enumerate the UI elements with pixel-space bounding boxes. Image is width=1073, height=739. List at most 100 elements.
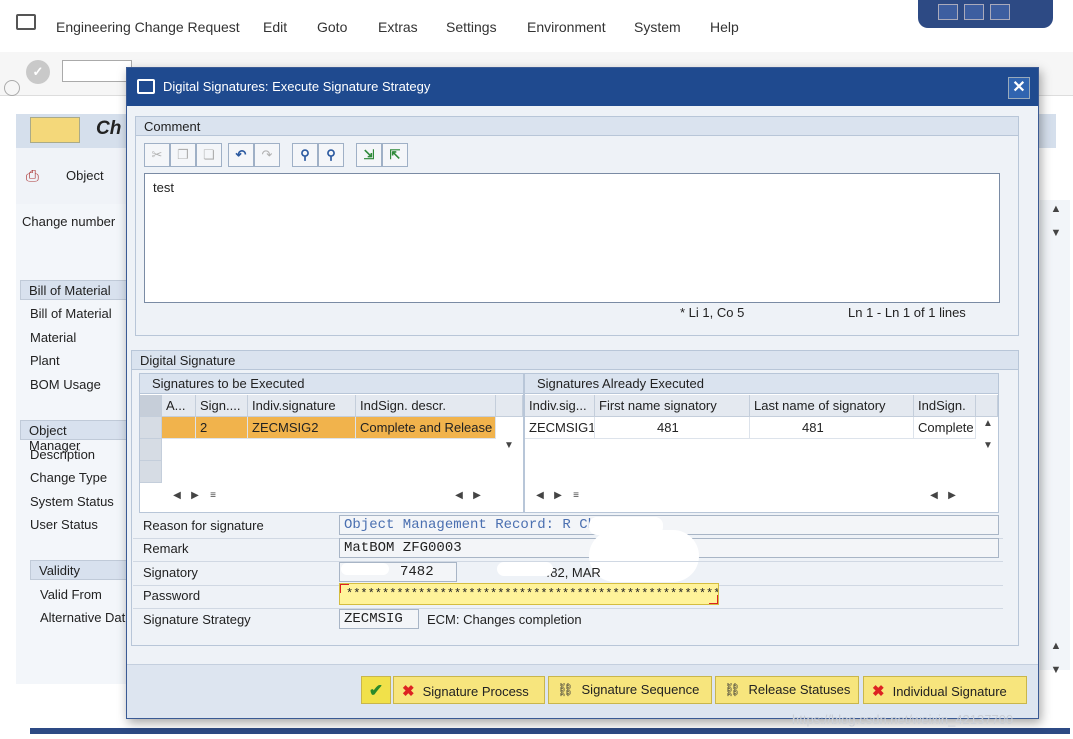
strategy-field[interactable]: ZECMSIG xyxy=(339,609,419,629)
password-field[interactable]: ****************************************… xyxy=(339,583,719,605)
description-field-label: Description xyxy=(30,447,96,462)
signature-process-label: Signature Process xyxy=(422,684,529,699)
menu-goto[interactable]: Goto xyxy=(317,19,347,35)
comment-textarea[interactable]: test xyxy=(144,173,1000,303)
table-cell[interactable]: Complete xyxy=(914,417,976,439)
object-button[interactable]: Object xyxy=(66,168,104,183)
table-horizontal-nav-right[interactable]: ◀ ▶ xyxy=(450,490,486,512)
table-horizontal-nav-right[interactable]: ◀ ▶ xyxy=(925,490,961,512)
printer-icon[interactable]: ⎙ xyxy=(26,168,39,186)
scroll-down-icon-lower[interactable]: ▼ xyxy=(1044,664,1068,686)
scroll-right-icon[interactable]: ▶ xyxy=(549,490,567,501)
table-horizontal-nav[interactable]: ◀ ▶ ≡ xyxy=(168,490,222,512)
table-cell[interactable]: Complete and Release xyxy=(356,417,496,439)
menu-engineering-change-request[interactable]: Engineering Change Request xyxy=(56,19,240,35)
signatory-label: Signatory xyxy=(143,565,198,580)
row-selector[interactable] xyxy=(140,439,162,461)
cancel-x-icon: ✖ xyxy=(872,683,885,700)
scroll-right-icon[interactable]: ▶ xyxy=(186,490,204,501)
enter-check-icon[interactable]: ✓ xyxy=(26,60,50,84)
signature-process-button[interactable]: ✖ Signature Process xyxy=(393,676,545,704)
table-scroll-up-icon[interactable]: ▲ xyxy=(979,418,997,440)
signature-sequence-button[interactable]: ⛓ Signature Sequence xyxy=(548,676,712,704)
find-icon[interactable]: ⚲ xyxy=(292,143,318,167)
table-cell[interactable]: ZECMSIG2 xyxy=(248,417,356,439)
scroll-left-icon[interactable]: ◀ xyxy=(925,490,943,501)
undo-icon[interactable]: ↶ xyxy=(228,143,254,167)
scroll-handle-icon[interactable]: ≡ xyxy=(567,490,585,501)
cursor-position-status: * Li 1, Co 5 xyxy=(680,305,745,320)
table-cell[interactable] xyxy=(162,417,196,439)
row-divider xyxy=(133,608,1003,609)
col-header-indsign[interactable]: IndSign. xyxy=(914,395,976,417)
close-window-icon[interactable] xyxy=(990,4,1010,20)
table-scroll-down-icon[interactable]: ▼ xyxy=(979,440,997,462)
dialog-window-icon xyxy=(137,79,155,94)
paste-icon[interactable]: ❏ xyxy=(196,143,222,167)
signature-sequence-label: Signature Sequence xyxy=(581,682,700,697)
col-header-indiv-signature[interactable]: Indiv.signature xyxy=(248,395,356,417)
dialog-close-button[interactable]: ✕ xyxy=(1008,77,1030,99)
window-controls xyxy=(918,0,1053,28)
table-cell[interactable]: ZECMSIG1 xyxy=(525,417,595,439)
menu-edit[interactable]: Edit xyxy=(263,19,287,35)
scroll-up-icon[interactable]: ▲ xyxy=(1044,203,1068,225)
import-icon[interactable]: ⇲ xyxy=(356,143,382,167)
minimize-icon[interactable] xyxy=(938,4,958,20)
signatures-executed-table: Signatures Already Executed Indiv.sig...… xyxy=(524,373,999,513)
col-header-a[interactable]: A... xyxy=(162,395,196,417)
export-icon[interactable]: ⇱ xyxy=(382,143,408,167)
col-header-indsign-descr[interactable]: IndSign. descr. xyxy=(356,395,496,417)
cut-icon[interactable]: ✂ xyxy=(144,143,170,167)
row-selector[interactable] xyxy=(140,461,162,483)
app-menu-icon[interactable] xyxy=(16,14,36,30)
individual-signature-button[interactable]: ✖ Individual Signature xyxy=(863,676,1027,704)
copy-icon[interactable]: ❐ xyxy=(170,143,196,167)
menu-system[interactable]: System xyxy=(634,19,681,35)
remark-label: Remark xyxy=(143,541,189,556)
background-app-toolbar: ⎙ Object xyxy=(16,148,136,204)
redaction-mask xyxy=(497,562,553,576)
col-header-sign[interactable]: Sign.... xyxy=(196,395,248,417)
redo-icon[interactable]: ↷ xyxy=(254,143,280,167)
scroll-right-icon[interactable]: ▶ xyxy=(468,490,486,501)
strategy-label: Signature Strategy xyxy=(143,612,251,627)
cancel-x-icon: ✖ xyxy=(402,683,415,700)
menu-help[interactable]: Help xyxy=(710,19,739,35)
col-header-last-name[interactable]: Last name of signatory xyxy=(750,395,914,417)
digital-signature-dialog: Digital Signatures: Execute Signature St… xyxy=(126,67,1039,719)
col-header-indiv-sig[interactable]: Indiv.sig... xyxy=(525,395,595,417)
dialog-footer: ✔ ✖ Signature Process ⛓ Signature Sequence… xyxy=(127,664,1038,718)
maximize-icon[interactable] xyxy=(964,4,984,20)
redaction-mask xyxy=(601,421,657,435)
table-horizontal-nav[interactable]: ◀ ▶ ≡ xyxy=(531,490,585,512)
menu-environment[interactable]: Environment xyxy=(527,19,606,35)
select-all-rows[interactable] xyxy=(140,395,162,417)
scroll-handle-icon[interactable]: ≡ xyxy=(204,490,222,501)
col-header-spacer xyxy=(976,395,998,417)
confirm-button[interactable]: ✔ xyxy=(361,676,391,704)
scroll-up-icon-lower[interactable]: ▲ xyxy=(1044,640,1068,662)
row-selector[interactable] xyxy=(140,417,162,439)
change-code-icon[interactable] xyxy=(30,117,80,143)
command-field[interactable] xyxy=(62,60,132,82)
scroll-left-icon[interactable]: ◀ xyxy=(168,490,186,501)
digital-signature-header: Digital Signature xyxy=(132,351,1018,370)
col-header-first-name[interactable]: First name signatory xyxy=(595,395,750,417)
table-cell[interactable]: 2 xyxy=(196,417,248,439)
menu-extras[interactable]: Extras xyxy=(378,19,418,35)
line-count-status: Ln 1 - Ln 1 of 1 lines xyxy=(848,305,966,320)
scroll-down-icon[interactable]: ▼ xyxy=(1044,227,1068,249)
bom-group-header: Bill of Material xyxy=(20,280,130,300)
release-statuses-button[interactable]: ⛓ Release Statuses xyxy=(715,676,859,704)
scroll-left-icon[interactable]: ◀ xyxy=(450,490,468,501)
table-scroll-down-icon[interactable]: ▼ xyxy=(500,440,518,462)
taskbar-strip xyxy=(30,728,1070,734)
executed-title: Signatures Already Executed xyxy=(525,374,998,394)
menu-bar: Engineering Change Request Edit Goto Ext… xyxy=(0,0,1073,52)
find-next-icon[interactable]: ⚲ xyxy=(318,143,344,167)
scroll-right-icon[interactable]: ▶ xyxy=(943,490,961,501)
scroll-left-icon[interactable]: ◀ xyxy=(531,490,549,501)
menu-settings[interactable]: Settings xyxy=(446,19,497,35)
comment-frame: Comment ✂ ❐ ❏ ↶ ↷ ⚲ ⚲ ⇲ ⇱ test * Li 1, C… xyxy=(135,116,1019,336)
